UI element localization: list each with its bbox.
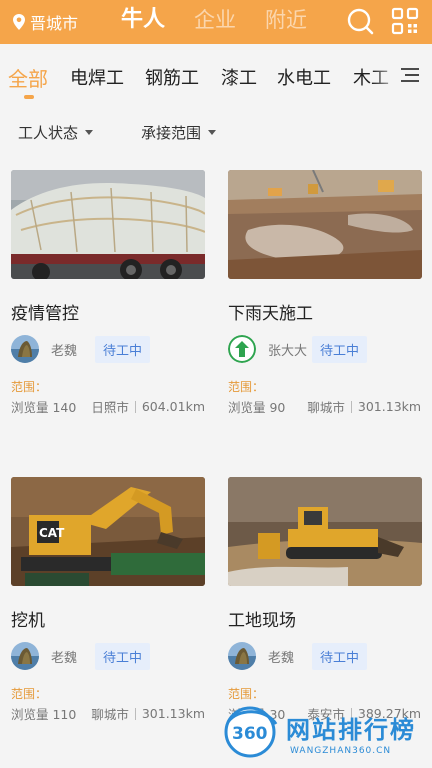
city-name: 日照市 <box>91 400 129 415</box>
card-meta: 浏览量 110 聊城市 301.13km <box>11 704 205 723</box>
range-label: 范围： <box>228 380 265 394</box>
user-name: 老魏 <box>268 650 295 666</box>
card-photo-bulldozer <box>228 477 422 586</box>
scope-filter[interactable]: 承接范围 <box>141 122 217 143</box>
menu-icon[interactable] <box>400 66 420 84</box>
divider <box>134 707 136 720</box>
category-tabs: 全部 电焊工 钢筋工 漆工 水电工 木工 <box>0 44 432 106</box>
caret-down-icon <box>85 130 94 135</box>
card-photo-mud <box>228 169 422 279</box>
card-title: 挖机 <box>11 611 45 631</box>
category-tab-rebar[interactable]: 钢筋工 <box>145 64 199 90</box>
user-name: 张大大 <box>268 343 308 359</box>
tabs-fade <box>372 52 402 92</box>
worker-card[interactable]: 疫情管控 老魏 待工中 范围： 浏览量 140 日照市 604.01km <box>11 170 206 416</box>
svg-text:CAT: CAT <box>39 526 65 540</box>
status-badge: 待工中 <box>312 335 368 363</box>
card-user-row: 老魏 待工中 <box>11 641 205 671</box>
range-label: 范围： <box>11 380 48 394</box>
top-nav: 牛人 企业 附近 <box>121 3 336 37</box>
card-user-row: 老魏 待工中 <box>11 334 205 364</box>
nav-tab-workers[interactable]: 牛人 <box>121 3 165 37</box>
svg-text:360: 360 <box>232 724 268 744</box>
scope-label: 承接范围 <box>141 124 202 142</box>
watermark-title: 网站排行榜 <box>286 716 416 744</box>
card-user-row: 老魏 待工中 <box>228 641 422 671</box>
category-tab-painter[interactable]: 漆工 <box>221 64 257 90</box>
divider <box>350 400 352 413</box>
city-selector[interactable]: 晋城市 <box>12 10 78 34</box>
arrow-up-avatar-icon <box>228 335 256 363</box>
avatar <box>11 335 39 363</box>
view-count: 浏览量 90 <box>228 400 286 415</box>
card-title: 疫情管控 <box>11 304 79 324</box>
nav-tab-nearby[interactable]: 附近 <box>265 3 307 37</box>
caret-down-icon <box>208 130 217 135</box>
distance: 301.13km <box>357 399 422 414</box>
range-label: 范围： <box>11 687 48 701</box>
worker-status-label: 工人状态 <box>18 124 79 142</box>
city-name: 聊城市 <box>307 400 345 415</box>
divider <box>134 400 136 413</box>
active-tab-indicator <box>24 95 34 99</box>
card-meta: 浏览量 90 聊城市 301.13km <box>228 397 422 416</box>
nav-tab-companies[interactable]: 企业 <box>194 3 236 37</box>
app-screen: 晋城市 牛人 企业 附近 全部 电焊工 钢筋工 漆工 水电工 木工 工人状态 承… <box>0 0 432 768</box>
worker-card[interactable]: 下雨天施工 张大大 待工中 范围： 浏览量 90 聊城市 301.13km <box>228 169 422 416</box>
status-badge: 待工中 <box>95 642 151 670</box>
category-tab-all[interactable]: 全部 <box>8 63 48 92</box>
worker-card[interactable]: CAT 挖机 老魏 待工中 范围： 浏览量 110 聊城市 301.13km <box>11 477 205 723</box>
watermark-sub: WANGZHAN360.CN <box>290 746 392 756</box>
worker-card[interactable]: 工地现场 老魏 待工中 范围： 浏览量 30 泰安市 389.27km <box>228 477 422 723</box>
card-photo-truck <box>11 170 206 281</box>
view-count: 浏览量 110 <box>11 707 77 722</box>
category-tab-welder[interactable]: 电焊工 <box>70 64 124 90</box>
city-name: 聊城市 <box>91 707 129 722</box>
distance: 604.01km <box>141 399 205 414</box>
worker-status-filter[interactable]: 工人状态 <box>18 122 94 143</box>
top-header: 晋城市 牛人 企业 附近 <box>0 0 432 44</box>
watermark: 360 网站排行榜 WANGZHAN360.CN <box>220 702 432 768</box>
location-pin-icon <box>13 14 25 30</box>
view-count: 浏览量 140 <box>11 400 77 415</box>
range-label: 范围： <box>228 687 265 701</box>
user-name: 老魏 <box>51 650 78 666</box>
user-name: 老魏 <box>51 343 78 359</box>
scan-icon[interactable] <box>390 6 420 36</box>
card-photo-excavator: CAT <box>11 477 205 586</box>
card-title: 下雨天施工 <box>228 304 313 324</box>
status-badge: 待工中 <box>95 335 151 363</box>
watermark-logo-icon: 360 <box>224 706 278 758</box>
card-user-row: 张大大 待工中 <box>228 334 422 364</box>
card-meta: 浏览量 140 日照市 604.01km <box>11 397 205 416</box>
card-title: 工地现场 <box>228 611 296 631</box>
city-label: 晋城市 <box>30 14 79 33</box>
category-tab-plumber[interactable]: 水电工 <box>277 64 331 90</box>
distance: 301.13km <box>141 706 205 721</box>
avatar <box>228 642 256 670</box>
status-badge: 待工中 <box>312 642 368 670</box>
search-icon[interactable] <box>345 6 375 36</box>
avatar <box>11 642 39 670</box>
